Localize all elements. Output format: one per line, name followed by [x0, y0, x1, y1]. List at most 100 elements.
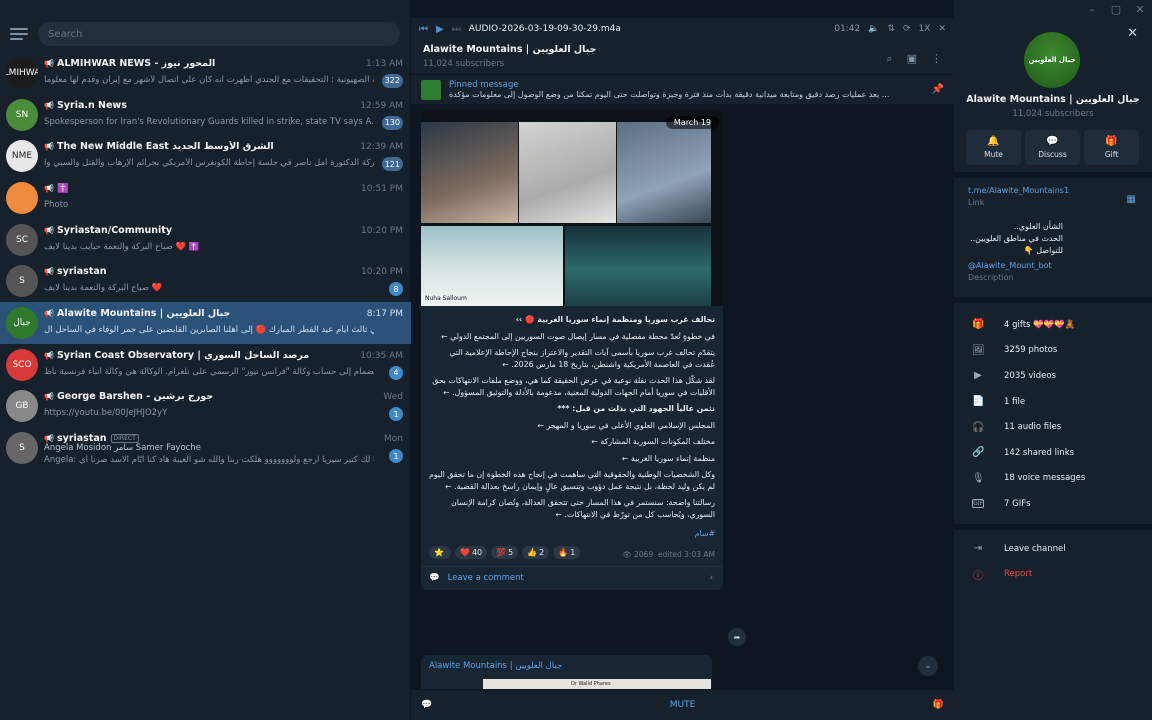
chat-avatar: SCO	[6, 348, 38, 381]
pinned-title: Pinned message	[449, 80, 519, 90]
window-close-icon[interactable]: ✕	[1128, 0, 1152, 18]
chat-title: George Barshen - جورج برشين	[56, 391, 214, 403]
chat-title: syriastan	[56, 266, 107, 278]
scroll-down-icon[interactable]: ⌄	[918, 656, 938, 676]
close-player-icon[interactable]: ✕	[938, 24, 946, 34]
chat-title: Syrian Coast Observatory | مرصد الساحل ا…	[56, 349, 310, 361]
chat-item[interactable]: SC 📢 Syriastan/Community 10:20 PM صباح البرك…	[0, 219, 411, 261]
pinned-thumbnail	[421, 79, 441, 100]
chat-title: Alawite Mountains | جبال العلويين	[56, 307, 231, 319]
discussion-icon[interactable]: 💬	[421, 700, 432, 710]
media-stat-row[interactable]: GIF 7 GIFs	[954, 491, 1152, 517]
chat-name: 📢 ALMIHWAR NEWS - المحور نيوز	[44, 58, 215, 69]
speed-button[interactable]: 1X	[919, 24, 931, 34]
pinned-message-bar[interactable]: Pinned message بعد عمليات رصد دقيق ومتاب…	[411, 74, 954, 104]
reaction-chip[interactable]: ⭐	[429, 546, 451, 559]
share-icon[interactable]: ➦	[728, 628, 746, 646]
reaction-count: 5	[508, 548, 514, 557]
reaction-count: 40	[471, 548, 483, 557]
search-input[interactable]: Search	[38, 22, 400, 46]
mute-button[interactable]: MUTE	[670, 700, 696, 710]
bot-link[interactable]: @Alawite_Mount_bot	[968, 261, 1138, 270]
channel-icon: 📢	[44, 100, 54, 110]
play-icon[interactable]: ▶	[436, 24, 444, 35]
channel-header[interactable]: Alawite Mountains | جبال العلويين 11,024…	[411, 40, 954, 74]
qr-code-icon[interactable]: ▦	[1127, 194, 1136, 205]
channel-link[interactable]: t.me/Alawite_Mountains1	[968, 186, 1138, 195]
chat-item[interactable]: S 📢 syriastan DIRECT Mon Angela Mosidon سامر …	[0, 427, 411, 469]
report-button[interactable]: ⓘ Report	[954, 562, 1152, 588]
leave-icon: ⇥	[973, 543, 983, 555]
repeat-icon[interactable]: ⟳	[903, 24, 911, 34]
next-track-icon[interactable]: ⏭	[452, 24, 461, 35]
media-stat-row[interactable]: 📄 1 file	[954, 389, 1152, 415]
chat-item[interactable]: جبال 📢 Alawite Mountains | جبال العلويين 8:…	[0, 302, 411, 344]
leave-comment-button[interactable]: 💬 Leave a comment ›	[421, 565, 723, 590]
mute-button[interactable]: 🔔 Mute	[966, 130, 1021, 165]
audio-file-name[interactable]: AUDIO-2026-03-19-09-30-29.m4a	[469, 24, 827, 34]
hashtag-link[interactable]: #سام	[429, 528, 715, 540]
report-icon: ⓘ	[973, 570, 983, 582]
next-post: Alawite Mountains | جبال العلويين Dr Wal…	[421, 655, 712, 689]
unread-badge: 121	[381, 157, 403, 172]
media-stat-row[interactable]: 🔗 142 shared links	[954, 440, 1152, 466]
channel-icon: 📢	[44, 267, 54, 277]
profile-subscribers: 11,024 subscribers	[1012, 109, 1094, 119]
volume-icon[interactable]: 🔈	[868, 24, 879, 34]
chat-item[interactable]: SCO 📢 Syrian Coast Observatory | مرصد السا…	[0, 344, 411, 386]
media-stat-row[interactable]: 🎙 18 voice messages	[954, 466, 1152, 492]
album-photo[interactable]: Nuha Salloum	[421, 226, 563, 306]
discuss-button[interactable]: 💬 Discuss	[1025, 130, 1080, 165]
chat-title: Syria.n News	[56, 99, 127, 111]
gift-button[interactable]: 🎁 Gift	[1084, 130, 1139, 165]
chat-title: ✝️	[56, 182, 69, 194]
chat-item[interactable]: NME 📢 The New Middle East الشرق الأوسط الج…	[0, 135, 411, 177]
album-photo[interactable]	[565, 226, 711, 306]
post-paragraph: في خطوةٍ تُعدّ محطة مفصلية في مسار إيصال…	[441, 331, 715, 341]
reaction-chip[interactable]: 🔥 1	[553, 546, 581, 559]
leave-channel-button[interactable]: ⇥ Leave channel	[954, 536, 1152, 562]
chat-name: 📢 ✝️	[44, 183, 69, 194]
chat-title: ALMIHWAR NEWS - المحور نيوز	[56, 57, 216, 69]
stat-label: 4 gifts 💝💝💝🧸	[1004, 319, 1076, 330]
maximize-icon[interactable]: ▢	[1104, 0, 1128, 18]
order-icon[interactable]: ⇅	[887, 24, 895, 34]
next-post-preview[interactable]: Dr Walid Phares	[483, 679, 711, 689]
chat-item[interactable]: GB 📢 George Barshen - جورج برشين Wed https:/…	[0, 386, 411, 428]
chat-title: Syriastan/Community	[56, 224, 173, 236]
reaction-chip[interactable]: 💯 5	[491, 546, 519, 559]
chat-item[interactable]: S 📢 syriastan 10:20 PM صباح البركة والنعمة ب…	[0, 260, 411, 302]
more-icon[interactable]: ⋮	[931, 52, 942, 66]
album-photo[interactable]	[421, 122, 518, 223]
sidebar-toggle-icon[interactable]: ▣	[907, 52, 917, 66]
media-stat-row[interactable]: 🖼 3259 photos	[954, 338, 1152, 364]
close-icon[interactable]: ✕	[1127, 26, 1138, 41]
chat-item[interactable]: SN 📢 Syria.n News 12:59 AM Spokesperson for …	[0, 94, 411, 136]
gift-icon[interactable]: 🎁	[933, 700, 944, 710]
hamburger-menu-icon[interactable]	[10, 25, 28, 43]
chat-preview: صباح البركة والنعمة حبايب بدينا لايف ❤️ …	[44, 241, 200, 252]
pin-list-icon[interactable]: 📌	[932, 84, 944, 95]
search-icon[interactable]: ⌕	[886, 52, 892, 66]
previous-track-icon[interactable]: ⏮	[419, 24, 428, 35]
next-post-author[interactable]: Alawite Mountains | جبال العلويين	[429, 661, 704, 671]
media-stat-row[interactable]: 🎧 11 audio files	[954, 414, 1152, 440]
reaction-chip[interactable]: 👍 2	[522, 546, 550, 559]
audio-player: ⏮ ▶ ⏭ AUDIO-2026-03-19-09-30-29.m4a 01:4…	[411, 18, 954, 40]
chat-item[interactable]: 📢 ✝️ 10:51 PM Photo	[0, 177, 411, 219]
gift-icon: 🎁	[1105, 136, 1118, 147]
divider	[954, 172, 1152, 178]
album-photo[interactable]	[617, 122, 711, 223]
album-photo[interactable]	[519, 122, 616, 223]
reaction-emoji: ⭐	[434, 548, 444, 557]
comment-icon: 💬	[429, 573, 440, 583]
minimize-icon[interactable]: –	[1080, 0, 1104, 18]
chat-item[interactable]: ALMIHWAR 📢ALMIHWAR NEWS - المحور نيوز 1:13…	[0, 52, 411, 94]
media-stat-row[interactable]: ▶ 2035 videos	[954, 363, 1152, 389]
channel-avatar[interactable]: جبال العلويين	[1024, 32, 1080, 88]
post-paragraph: وكل الشخصيات الوطنية والحقوقية التي ساهم…	[429, 470, 715, 491]
reaction-chip[interactable]: ❤️ 40	[454, 546, 488, 559]
reaction-emoji: 💯	[496, 548, 507, 557]
media-stat-row[interactable]: 🎁 4 gifts 💝💝💝🧸	[954, 312, 1152, 338]
chat-icon: 💬	[1046, 136, 1059, 147]
